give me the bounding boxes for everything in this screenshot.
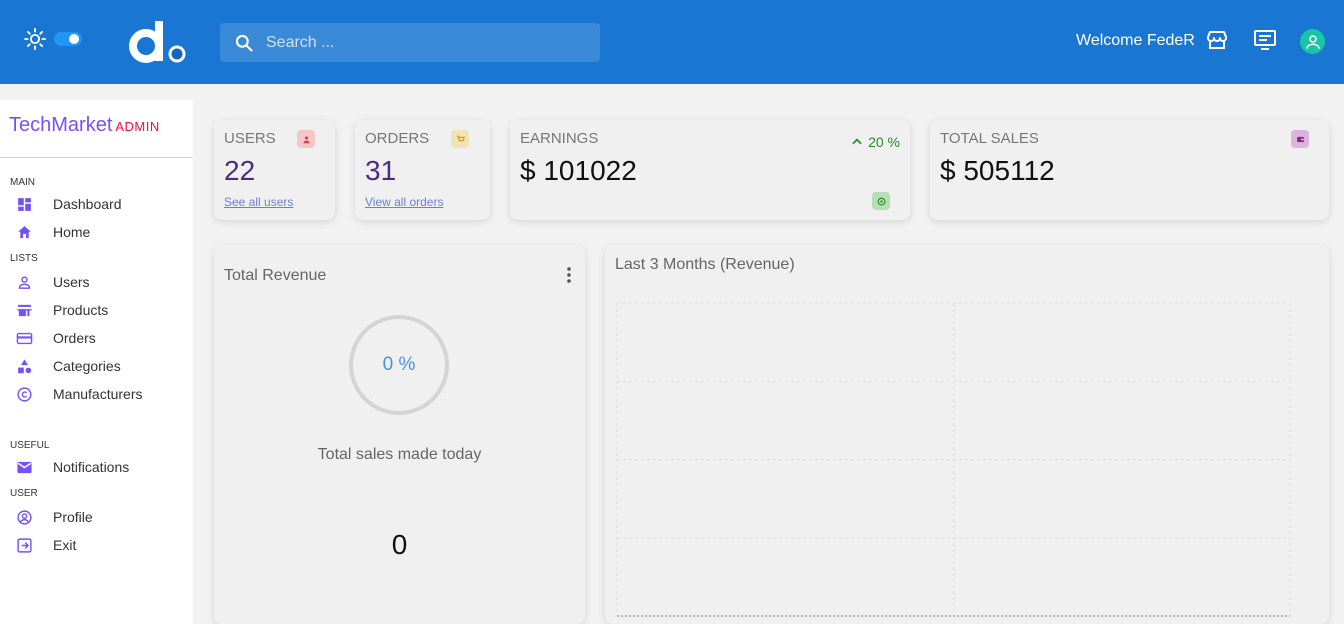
cart-badge-icon <box>451 130 469 148</box>
person-badge-icon <box>297 130 315 148</box>
widget-title: TOTAL SALES <box>940 130 1039 147</box>
sidebar-item-notifications[interactable]: Notifications <box>0 453 193 481</box>
mail-icon <box>17 461 32 473</box>
sidebar-item-label: Dashboard <box>53 196 122 212</box>
earnings-widget: EARNINGS $ 101022 20 % <box>510 120 910 220</box>
section-user: USER <box>10 488 38 499</box>
sun-icon[interactable] <box>24 28 46 50</box>
total-sales-widget: TOTAL SALES $ 505112 <box>930 120 1329 220</box>
total-revenue-card: Total Revenue 0 % Total sales made today… <box>214 245 585 624</box>
brand[interactable]: TechMarket ADMIN <box>0 100 193 158</box>
see-all-users-link[interactable]: See all users <box>224 195 293 209</box>
sidebar-item-label: Manufacturers <box>53 386 143 402</box>
widget-value: $ 505112 <box>940 155 1055 186</box>
card-title: Total Revenue <box>224 267 327 284</box>
welcome-text: Welcome FedeR <box>1076 32 1195 49</box>
progress-label: 0 % <box>382 354 416 375</box>
search-input[interactable] <box>266 33 566 52</box>
theme-toggle[interactable] <box>24 28 108 50</box>
category-icon <box>18 358 32 373</box>
user-avatar[interactable] <box>1300 29 1325 54</box>
sidebar-item-home[interactable]: Home <box>0 218 193 246</box>
search-icon <box>235 34 253 52</box>
section-lists: LISTS <box>10 253 38 264</box>
section-useful: USEFUL <box>10 440 50 451</box>
users-widget: USERS 22 See all users <box>214 120 335 220</box>
arrow-up-icon <box>852 138 862 145</box>
brand-sub: ADMIN <box>115 119 160 134</box>
person-icon <box>1305 34 1320 49</box>
sidebar: TechMarket ADMIN MAIN Dashboard Home LIST… <box>0 100 193 624</box>
store-icon <box>17 304 32 316</box>
sidebar-item-label: Categories <box>53 358 121 374</box>
home-icon <box>18 225 31 238</box>
sidebar-item-label: Notifications <box>53 459 130 475</box>
percentage-value: 20 % <box>868 134 900 150</box>
sidebar-item-label: Products <box>53 302 109 318</box>
wallet-badge-icon <box>1291 130 1309 148</box>
sidebar-item-users[interactable]: Users <box>0 268 193 296</box>
moon-icon[interactable] <box>90 28 108 50</box>
widget-value: $ 101022 <box>520 155 637 186</box>
sidebar-item-manufacturers[interactable]: Manufacturers <box>0 380 193 408</box>
money-badge-icon <box>872 192 890 210</box>
store-icon[interactable] <box>1205 28 1229 52</box>
sidebar-item-products[interactable]: Products <box>0 296 193 324</box>
progress-ring: 0 % <box>349 315 449 415</box>
search-bar[interactable] <box>220 23 600 62</box>
chart-plot <box>616 302 1291 617</box>
copyright-icon <box>17 386 32 402</box>
exit-icon <box>17 537 32 553</box>
revenue-chart: Last 3 Months (Revenue) <box>605 245 1329 624</box>
sidebar-item-label: Orders <box>53 330 96 346</box>
more-vert-icon[interactable] <box>567 267 571 283</box>
sidebar-item-label: Users <box>53 274 90 290</box>
person-outline-icon <box>18 275 31 289</box>
sidebar-item-label: Home <box>53 224 91 240</box>
view-all-orders-link[interactable]: View all orders <box>365 195 443 209</box>
sidebar-item-label: Profile <box>53 509 93 525</box>
widget-value: 31 <box>365 155 397 186</box>
percentage-indicator: 20 % <box>850 134 900 150</box>
account-circle-icon <box>17 509 32 525</box>
monitor-icon[interactable] <box>1253 28 1277 52</box>
dashboard-icon <box>18 197 31 211</box>
widget-title: EARNINGS <box>520 130 599 147</box>
theme-switch[interactable] <box>54 32 82 46</box>
sidebar-item-exit[interactable]: Exit <box>0 531 193 559</box>
brand-name: TechMarket <box>9 114 113 136</box>
sidebar-item-dashboard[interactable]: Dashboard <box>0 190 193 218</box>
sidebar-item-profile[interactable]: Profile <box>0 503 193 531</box>
sidebar-item-label: Exit <box>53 537 77 553</box>
top-bar: Welcome FedeR <box>0 0 1344 84</box>
credit-card-icon <box>16 332 33 344</box>
app-logo[interactable] <box>128 18 188 66</box>
section-main: MAIN <box>10 177 35 188</box>
sidebar-item-orders[interactable]: Orders <box>0 324 193 352</box>
total-sales-today-amount: 0 <box>391 529 408 560</box>
widget-value: 22 <box>224 155 256 186</box>
sidebar-item-categories[interactable]: Categories <box>0 352 193 380</box>
orders-widget: ORDERS 31 View all orders <box>355 120 490 220</box>
total-sales-today-label: Total sales made today <box>317 446 482 463</box>
